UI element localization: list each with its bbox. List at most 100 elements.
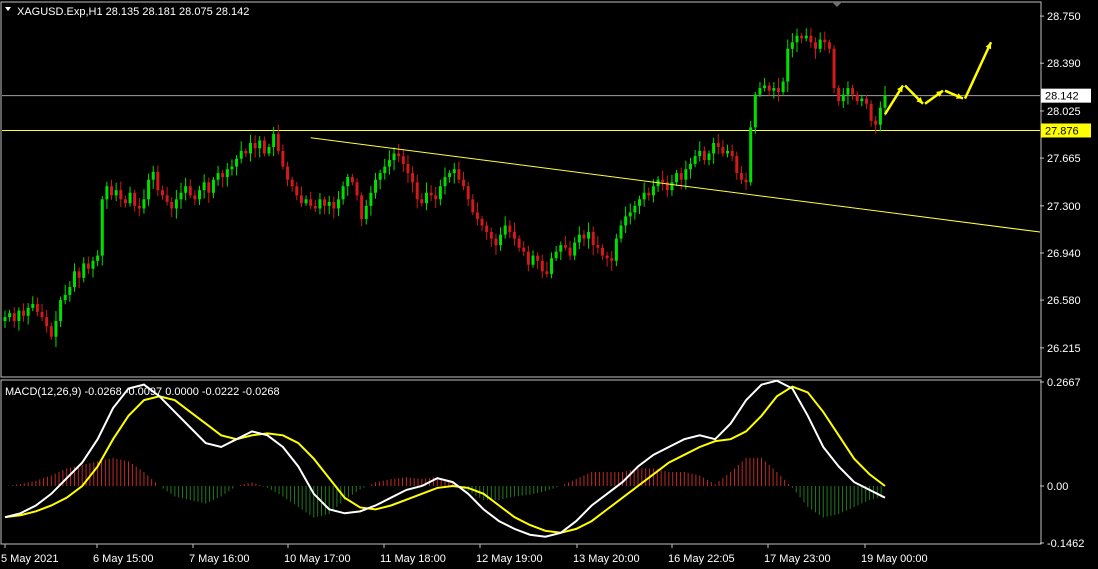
candle-body — [573, 242, 577, 256]
time-tick-label: 16 May 22:05 — [668, 553, 735, 565]
candle-body — [77, 271, 81, 278]
candle-body — [31, 304, 35, 308]
candle-body — [82, 263, 86, 278]
candle-body — [281, 150, 285, 167]
candle-body — [596, 245, 600, 248]
candle-body — [142, 199, 146, 209]
candle-body — [776, 88, 780, 92]
candle-body — [582, 234, 586, 239]
candle-body — [869, 103, 873, 121]
candle-body — [707, 153, 711, 161]
candle-body — [91, 260, 95, 269]
candle-body — [800, 35, 804, 39]
candle-body — [730, 150, 734, 157]
candle-body — [327, 201, 331, 206]
candle-body — [424, 192, 428, 204]
candle-body — [693, 156, 697, 164]
candle-body — [276, 133, 280, 151]
candle-body — [216, 173, 220, 180]
candle-body — [258, 140, 262, 149]
candle-body — [346, 177, 350, 187]
trading-chart[interactable]: 28.750 28.390 28.025 27.665 27.300 26.940 26.5… — [0, 0, 1098, 569]
candle-body — [823, 39, 827, 43]
candle-body — [563, 245, 567, 248]
candle-body — [721, 146, 725, 154]
candle-body — [638, 199, 642, 206]
candle-body — [397, 153, 401, 157]
candle-body — [512, 232, 516, 239]
candle-body — [712, 143, 716, 154]
candle-body — [235, 158, 239, 167]
candle-body — [295, 186, 299, 196]
candle-body — [411, 173, 415, 183]
candle-body — [795, 35, 799, 43]
time-tick-label: 12 May 19:00 — [476, 553, 543, 565]
candle-body — [45, 317, 49, 327]
candle-body — [123, 199, 127, 204]
candle-body — [114, 190, 118, 196]
candle-body — [452, 169, 456, 174]
candle-body — [156, 171, 160, 191]
candle-body — [341, 186, 345, 200]
candle-body — [480, 218, 484, 226]
candle-body — [883, 95, 887, 108]
candle-body — [624, 216, 628, 226]
price-tick-label: 28.025 — [1047, 106, 1081, 118]
candle-body — [68, 287, 72, 295]
candle-body — [684, 169, 688, 180]
candle-body — [59, 300, 63, 322]
time-tick-label: 19 May 00:00 — [861, 553, 928, 565]
candle-body — [443, 177, 447, 187]
candle-body — [619, 225, 623, 239]
macd-tick-label: -0.1462 — [1047, 538, 1084, 550]
macd-header: MACD(12,26,9) -0.0268 -0.0097 0.0000 -0.… — [5, 386, 280, 398]
candle-body — [878, 107, 882, 125]
candle-body — [119, 190, 123, 200]
candle-body — [753, 94, 757, 128]
candle-body — [855, 94, 859, 102]
candle-body — [661, 179, 665, 183]
price-tick-label: 26.580 — [1047, 295, 1081, 307]
candle-body — [767, 85, 771, 91]
candle-body — [202, 182, 206, 191]
candle-body — [304, 199, 308, 204]
candle-body — [716, 143, 720, 147]
candle-body — [211, 179, 215, 193]
candle-body — [72, 271, 76, 288]
candle-body — [749, 127, 753, 183]
time-tick-label: 10 May 17:00 — [284, 553, 351, 565]
candle-body — [336, 199, 340, 209]
candle-body — [100, 199, 104, 256]
candle-body — [174, 199, 178, 209]
candle-body — [531, 255, 535, 265]
candle-body — [457, 169, 461, 180]
candle-body — [286, 166, 290, 180]
candle-body — [12, 313, 16, 322]
candle-body — [230, 166, 234, 170]
candle-body — [744, 179, 748, 183]
candle-body — [550, 258, 554, 274]
candle-body — [22, 310, 26, 316]
candle-body — [698, 150, 702, 157]
candle-body — [860, 98, 864, 102]
price-tick-label: 26.940 — [1047, 248, 1081, 260]
candle-body — [198, 190, 202, 200]
candle-body — [35, 304, 39, 312]
candle-body — [633, 205, 637, 213]
candle-body — [323, 199, 327, 206]
candle-body — [679, 173, 683, 180]
candle-body — [128, 192, 132, 204]
candle-body — [415, 182, 419, 200]
candle-body — [248, 143, 252, 154]
candle-body — [503, 225, 507, 235]
candle-body — [772, 88, 776, 91]
candle-body — [591, 232, 595, 246]
candle-body — [165, 195, 169, 202]
candle-body — [151, 171, 155, 180]
candle-body — [688, 163, 692, 170]
candle-body — [434, 195, 438, 200]
candle-body — [790, 42, 794, 49]
candle-body — [499, 234, 503, 246]
candle-body — [494, 238, 498, 246]
candle-body — [96, 255, 100, 261]
